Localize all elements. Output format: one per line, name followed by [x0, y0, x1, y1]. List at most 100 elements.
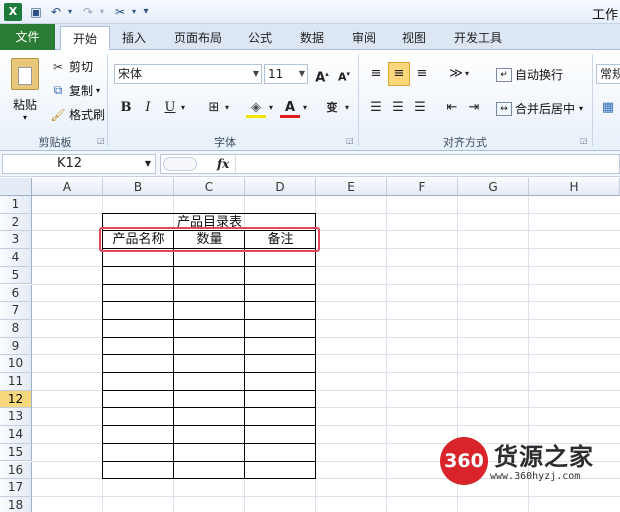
table-border: [102, 265, 316, 267]
insert-function-button[interactable]: fx: [217, 155, 229, 173]
row-header[interactable]: 4: [0, 249, 32, 267]
font-name-select[interactable]: 宋体 ▼: [114, 64, 262, 84]
save-icon[interactable]: ▣: [28, 4, 44, 20]
align-center-button[interactable]: ☰: [388, 98, 408, 118]
phonetic-icon: 变: [326, 101, 338, 114]
font-color-dropdown-icon[interactable]: ▾: [300, 98, 310, 118]
align-left-button[interactable]: ☰: [366, 98, 386, 118]
column-header[interactable]: B: [103, 178, 174, 196]
row-header[interactable]: 13: [0, 408, 32, 427]
increase-indent-button[interactable]: ⇥: [464, 98, 484, 118]
tab-view[interactable]: 视图: [394, 26, 434, 50]
increase-indent-icon: ⇥: [468, 100, 480, 115]
shrink-font-icon: A: [337, 70, 347, 84]
currency-button[interactable]: ▦: [598, 98, 618, 118]
chevron-down-icon: ▼: [298, 69, 305, 78]
tab-home[interactable]: 开始: [60, 26, 110, 51]
tab-insert[interactable]: 插入: [114, 26, 154, 50]
underline-button[interactable]: U: [160, 98, 180, 118]
row-header[interactable]: 5: [0, 266, 32, 285]
orientation-dropdown-icon[interactable]: ▾: [462, 64, 472, 84]
watermark-title: 货源之家: [494, 443, 594, 471]
align-bottom-button[interactable]: ≡: [412, 64, 432, 84]
row-header[interactable]: 10: [0, 355, 32, 373]
align-left-icon: ☰: [370, 100, 382, 115]
column-header[interactable]: C: [174, 178, 245, 196]
formula-bar: K12 ▼ fx: [0, 151, 620, 177]
tab-data[interactable]: 数据: [292, 26, 332, 50]
row-header[interactable]: 6: [0, 284, 32, 303]
row-header[interactable]: 15: [0, 443, 32, 462]
row-header[interactable]: 1: [0, 196, 32, 214]
undo-dropdown-icon[interactable]: ▾: [62, 4, 78, 20]
borders-icon: ⊞: [208, 100, 220, 115]
row-header[interactable]: 17: [0, 479, 32, 497]
alignment-launcher-icon[interactable]: ◲: [580, 136, 588, 145]
table-border: [102, 354, 316, 356]
italic-button[interactable]: I: [138, 98, 158, 118]
name-box[interactable]: K12 ▼: [2, 154, 156, 174]
row-header[interactable]: 8: [0, 319, 32, 338]
column-header[interactable]: D: [245, 178, 316, 196]
wrap-text-button[interactable]: ↵ 自动换行: [496, 66, 563, 83]
row-header[interactable]: 11: [0, 373, 32, 391]
watermark: 360 货源之家 www.360hyzj.com: [440, 437, 620, 487]
row-header[interactable]: 2: [0, 213, 32, 232]
watermark-url: www.360hyzj.com: [490, 471, 581, 482]
wrap-text-label: 自动换行: [515, 68, 564, 82]
font-color-button[interactable]: A: [280, 98, 300, 118]
font-launcher-icon[interactable]: ◲: [346, 136, 354, 145]
tab-review[interactable]: 审阅: [344, 26, 384, 50]
format-painter-button[interactable]: 🖌 格式刷: [50, 106, 105, 123]
column-header[interactable]: F: [387, 178, 458, 196]
merge-center-button[interactable]: ↔ 合并后居中 ▾: [496, 100, 583, 117]
row-header[interactable]: 7: [0, 302, 32, 320]
formula-input[interactable]: [235, 155, 619, 173]
borders-dropdown-icon[interactable]: ▾: [222, 98, 232, 118]
ribbon-tabs: 文件 开始 插入 页面布局 公式 数据 审阅 视图 开发工具: [0, 24, 620, 51]
align-top-button[interactable]: ≡: [366, 64, 386, 84]
phonetic-button[interactable]: 变: [322, 98, 342, 118]
align-middle-button[interactable]: ≡: [388, 62, 410, 86]
tab-formulas[interactable]: 公式: [240, 26, 280, 50]
shrink-font-button[interactable]: A▾: [334, 64, 354, 84]
table-border: [244, 230, 245, 480]
table-border: [102, 442, 316, 444]
column-header[interactable]: H: [529, 178, 620, 196]
number-format-select[interactable]: 常规: [596, 64, 620, 84]
fill-color-button[interactable]: ◈: [246, 98, 266, 118]
borders-button[interactable]: ⊞: [204, 98, 224, 118]
copy-label: 复制: [69, 84, 94, 98]
redo-dropdown-icon[interactable]: ▾: [94, 4, 110, 20]
scissors-icon: ✂: [52, 59, 64, 74]
copy-button[interactable]: ⧉ 复制 ▾: [50, 82, 100, 99]
row-header[interactable]: 9: [0, 337, 32, 356]
window-title: 工作: [591, 8, 618, 23]
tab-page-layout[interactable]: 页面布局: [166, 26, 230, 50]
cut-button[interactable]: ✂ 剪切: [50, 58, 93, 75]
align-right-button[interactable]: ☰: [410, 98, 430, 118]
customize-qat-icon[interactable]: ▾: [138, 4, 154, 20]
phonetic-dropdown-icon[interactable]: ▾: [342, 98, 352, 118]
grow-font-button[interactable]: A▴: [312, 64, 332, 85]
row-header[interactable]: 12: [0, 390, 32, 409]
select-all-corner[interactable]: [0, 178, 32, 196]
table-border: [102, 372, 316, 373]
column-header[interactable]: G: [458, 178, 529, 196]
row-header[interactable]: 18: [0, 496, 32, 512]
tab-developer[interactable]: 开发工具: [446, 26, 510, 50]
fill-color-dropdown-icon[interactable]: ▾: [266, 98, 276, 118]
underline-dropdown-icon[interactable]: ▾: [178, 98, 188, 118]
row-header[interactable]: 16: [0, 461, 32, 480]
clipboard-launcher-icon[interactable]: ◲: [97, 136, 105, 145]
paste-button[interactable]: 粘贴 ▾: [8, 56, 42, 130]
row-header[interactable]: 14: [0, 426, 32, 444]
decrease-indent-button[interactable]: ⇤: [442, 98, 462, 118]
bold-button[interactable]: B: [116, 98, 136, 118]
column-header[interactable]: E: [316, 178, 387, 196]
tab-file[interactable]: 文件: [0, 24, 55, 50]
row-header[interactable]: 3: [0, 231, 32, 250]
font-size-select[interactable]: 11 ▼: [264, 64, 308, 84]
copy-icon: ⧉: [53, 83, 63, 97]
column-header[interactable]: A: [32, 178, 103, 196]
